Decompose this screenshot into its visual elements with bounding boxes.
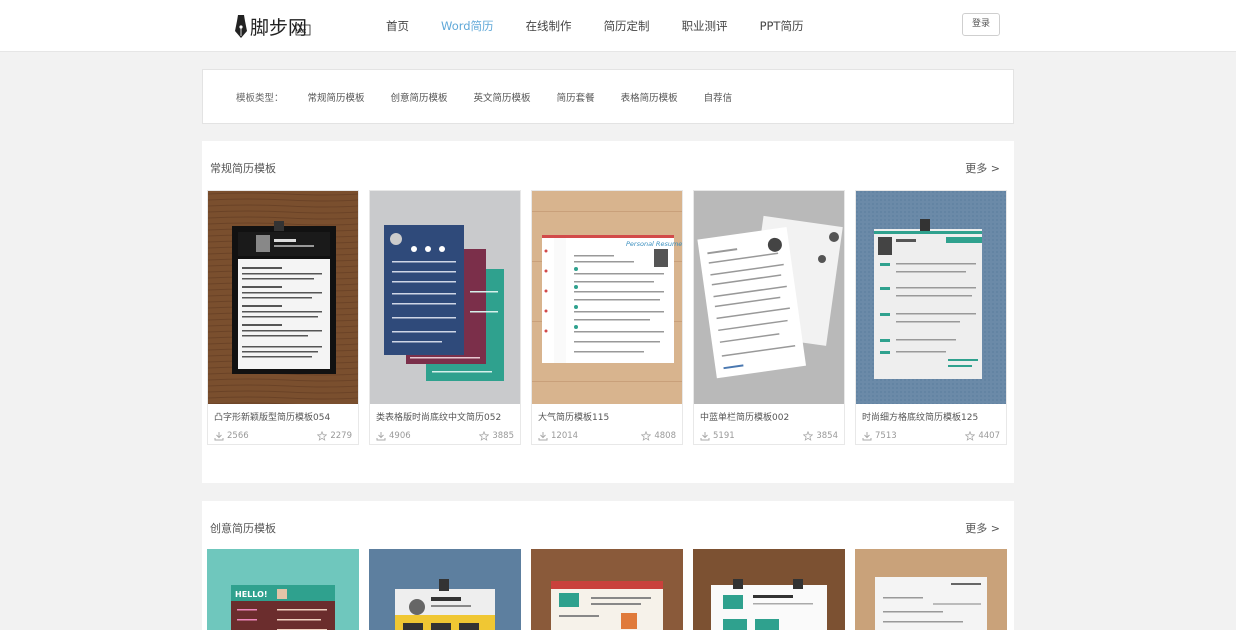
template-thumbnail-image <box>694 191 844 404</box>
favorite-count[interactable]: 2279 <box>317 431 352 441</box>
template-thumbnail-image <box>531 549 683 630</box>
login-button[interactable]: 登录 <box>962 13 1000 36</box>
filter-item-creative[interactable]: 创意简历模板 <box>391 90 448 104</box>
template-title[interactable]: 中蓝单栏简历模板002 <box>694 404 844 426</box>
download-icon <box>700 432 710 441</box>
star-icon <box>317 431 328 441</box>
svg-text:Personal Resume: Personal Resume <box>626 240 682 248</box>
section-regular-templates: 常规简历模板 更多 > 凸字形新颖版型简历模板054 2566 2279 类表格… <box>202 141 1014 483</box>
download-count: 12014 <box>538 431 578 441</box>
nav-item-word-resume[interactable]: Word简历 <box>425 0 510 52</box>
template-thumbnail[interactable] <box>856 191 1006 404</box>
filter-item-english[interactable]: 英文简历模板 <box>474 90 531 104</box>
favorite-count[interactable]: 4407 <box>965 431 1000 441</box>
star-icon <box>965 431 976 441</box>
template-thumbnail[interactable] <box>208 191 358 404</box>
template-title[interactable]: 类表格版时尚底纹中文简历052 <box>370 404 520 426</box>
nav-item-custom-resume[interactable]: 简历定制 <box>588 0 666 52</box>
nav-item-online-make[interactable]: 在线制作 <box>510 0 588 52</box>
star-icon <box>641 431 652 441</box>
download-icon <box>862 432 872 441</box>
top-header: 脚步网 xx 首页 Word简历 在线制作 简历定制 职业测评 PPT简历 登录 <box>0 0 1236 52</box>
template-card[interactable] <box>855 549 1007 630</box>
download-count: 4906 <box>376 431 411 441</box>
favorite-count[interactable]: 4808 <box>641 431 676 441</box>
download-icon <box>214 432 224 441</box>
favorite-count[interactable]: 3854 <box>803 431 838 441</box>
template-card[interactable] <box>369 549 521 630</box>
template-thumbnail-image <box>693 549 845 630</box>
nav-item-career-test[interactable]: 职业测评 <box>666 0 744 52</box>
download-count: 2566 <box>214 431 249 441</box>
filter-label: 模板类型： <box>236 92 284 104</box>
main-nav: 首页 Word简历 在线制作 简历定制 职业测评 PPT简历 <box>370 0 819 52</box>
star-icon <box>803 431 814 441</box>
more-link[interactable]: 更多 > <box>965 160 1000 176</box>
filter-item-table[interactable]: 表格简历模板 <box>621 90 678 104</box>
svg-text:xx: xx <box>298 27 306 35</box>
template-card[interactable] <box>531 549 683 630</box>
template-card[interactable]: 中蓝单栏简历模板002 5191 3854 <box>693 190 845 445</box>
template-card[interactable]: 时尚细方格底纹简历模板125 7513 4407 <box>855 190 1007 445</box>
template-card-list: 凸字形新颖版型简历模板054 2566 2279 类表格版时尚底纹中文简历052… <box>207 190 1017 445</box>
filter-item-cover-letter[interactable]: 自荐信 <box>704 90 733 104</box>
star-icon <box>479 431 490 441</box>
template-title[interactable]: 凸字形新颖版型简历模板054 <box>208 404 358 426</box>
download-count: 5191 <box>700 431 735 441</box>
download-icon <box>538 432 548 441</box>
nav-item-home[interactable]: 首页 <box>370 0 425 52</box>
section-creative-templates: 创意简历模板 更多 > HELLO! <box>202 501 1014 630</box>
template-thumbnail[interactable] <box>370 191 520 404</box>
section-title: 创意简历模板 <box>210 522 276 535</box>
template-thumbnail-image <box>856 191 1006 404</box>
template-thumbnail[interactable] <box>694 191 844 404</box>
template-card-list: HELLO! <box>207 549 1017 630</box>
template-thumbnail-image <box>208 191 358 404</box>
filter-item-package[interactable]: 简历套餐 <box>557 90 595 104</box>
filter-item-regular[interactable]: 常规简历模板 <box>308 90 365 104</box>
template-thumbnail-image: Personal Resume <box>532 191 682 404</box>
template-card[interactable]: 凸字形新颖版型简历模板054 2566 2279 <box>207 190 359 445</box>
template-thumbnail-image <box>855 549 1007 630</box>
nav-item-ppt-resume[interactable]: PPT简历 <box>744 0 820 52</box>
download-icon <box>376 432 386 441</box>
template-card[interactable] <box>693 549 845 630</box>
site-logo[interactable]: 脚步网 xx <box>234 11 314 41</box>
template-thumbnail-image <box>370 191 520 404</box>
more-link[interactable]: 更多 > <box>965 520 1000 536</box>
favorite-count[interactable]: 3885 <box>479 431 514 441</box>
template-title[interactable]: 时尚细方格底纹简历模板125 <box>856 404 1006 426</box>
download-count: 7513 <box>862 431 897 441</box>
section-title: 常规简历模板 <box>210 162 276 175</box>
template-card[interactable]: HELLO! <box>207 549 359 630</box>
template-thumbnail[interactable]: Personal Resume <box>532 191 682 404</box>
template-card[interactable]: 类表格版时尚底纹中文简历052 4906 3885 <box>369 190 521 445</box>
svg-text:HELLO!: HELLO! <box>235 590 268 599</box>
template-title[interactable]: 大气简历模板115 <box>532 404 682 426</box>
template-thumbnail-image <box>369 549 521 630</box>
template-type-filter: 模板类型： 常规简历模板 创意简历模板 英文简历模板 简历套餐 表格简历模板 自… <box>202 69 1014 124</box>
template-card[interactable]: Personal Resume 大气简历模板115 12014 4808 <box>531 190 683 445</box>
template-thumbnail-image: HELLO! <box>207 549 359 630</box>
